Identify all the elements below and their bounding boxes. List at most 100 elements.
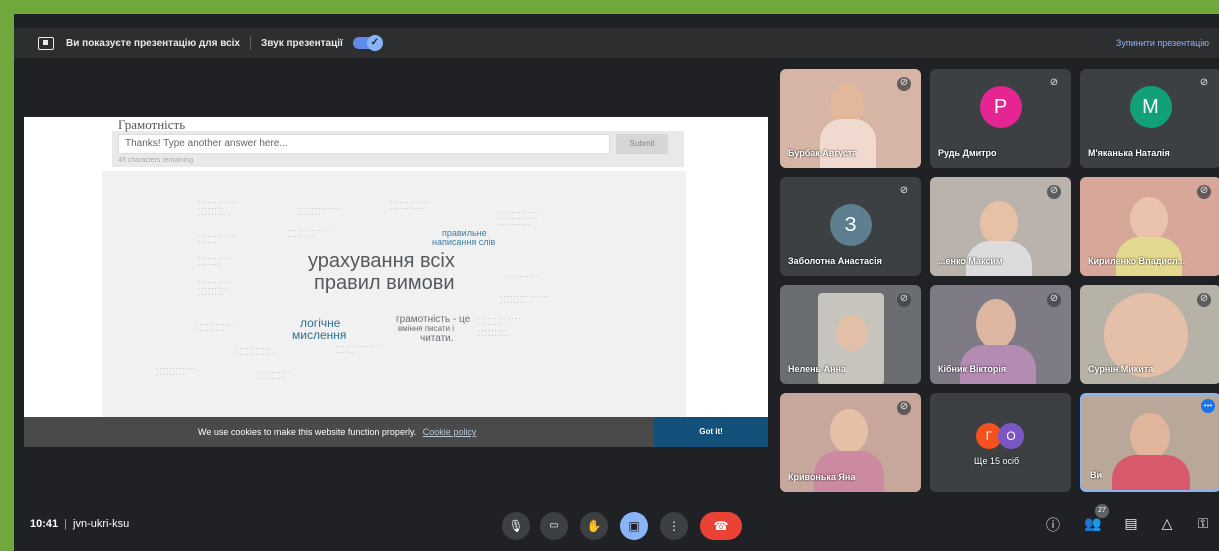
participant-name: Заболотна Анастасія [788,256,882,266]
cloud-word-small: · · · · · · · · · · · · · · · · · · · · · [156,366,195,378]
present-screen-icon: ▣ [628,519,640,533]
participant-video [980,201,1018,245]
cloud-word-small: · · · · · · · · · · · · · · · · · · · · ·… [236,346,275,358]
cloud-word-small: · · · · · · · · · · [506,274,539,280]
cloud-word-small: · · · · · · · · · · · · · · · · · · · · · … [198,280,231,298]
presentation-audio-toggle[interactable]: ✓ [352,35,383,51]
cloud-word-small: · · · · · · · · · · · · · · · · · · · · · [196,322,235,334]
participant-name: Сурнін Микита [1088,364,1154,374]
meeting-code: jvn-ukri-ksu [73,518,130,530]
participant-name: Нелень Анна [788,364,846,374]
participant-video [1112,455,1190,490]
presenting-text: Ви показуєте презентацію для всіх [66,37,240,49]
presentation-slide: Грамотність Thanks! Type another answer … [24,117,768,447]
divider: | [64,518,67,530]
participant-name: Кириленко Владисл... [1088,256,1186,266]
participant-name: Кібник Вікторія [938,364,1007,374]
cookie-policy-link[interactable]: Cookie policy [423,427,477,437]
cloud-word-small: · · · · · · · · · · · · · · · · · · · · [298,206,341,218]
more-participants-tile[interactable]: Г О Ще 15 осіб [930,393,1071,492]
meet-window: Ви показуєте презентацію для всіх Звук п… [14,14,1219,551]
cloud-word: мислення [292,328,347,342]
mic-off-icon: ⊘ [1199,77,1209,88]
cloud-word: читати. [420,333,454,344]
cloud-word: написання слів [432,237,496,247]
activities-button[interactable]: △ [1157,515,1177,532]
microphone-button[interactable]: 🎙 [502,512,530,540]
cloud-word-small: · · · · · · · · · · · · · · · · · [198,256,231,268]
participant-tile[interactable]: ⊘ Нелень Анна [780,285,921,384]
answer-input[interactable]: Thanks! Type another answer here... [118,134,610,154]
avatar: М [1129,86,1172,128]
participant-video [1130,197,1168,241]
host-controls-button[interactable]: ⚿ [1193,515,1213,532]
present-screen-icon [38,36,54,50]
participant-video [836,315,868,351]
phone-hangup-icon: ☎ [713,519,729,533]
participant-tile[interactable]: ⊘ Кібник Вікторія [930,285,1071,384]
participant-tile[interactable]: ⊘ Бурбак Августа [780,69,921,168]
participant-name: Бурбак Августа [788,148,858,158]
more-options-button[interactable]: ⋮ [660,512,688,540]
cloud-word-small: · · · · · · · · · · · · · · · · · · · · · [288,228,331,240]
mic-off-icon: ⊘ [1049,77,1059,88]
more-options-icon[interactable]: ••• [1201,399,1215,413]
cookie-banner: We use cookies to make this website func… [24,417,768,447]
characters-remaining: 49 characters remaining [118,157,194,164]
word-cloud: · · · · · · · · · · · · · · · · · · · · · … [102,171,686,417]
cloud-word-small: · · · · · · · · · · · · · · · · · · · · ·… [500,294,549,306]
more-vert-icon: ⋮ [668,519,680,533]
more-participants-label: Ще 15 осіб [974,456,1020,466]
camera-button[interactable]: ▭ [540,512,568,540]
present-button[interactable]: ▣ [620,512,648,540]
hand-icon: ✋ [586,519,602,533]
participant-tile[interactable]: ⊘ Кириленко Владисл... [1080,177,1219,276]
avatar: З [829,204,872,246]
participant-name: М'яканька Наталія [1088,148,1170,158]
meeting-info: 10:41 | jvn-ukri-ksu [30,518,129,530]
participant-name: ...енко Максим [938,256,1003,266]
participant-tile[interactable]: З ⊘ Заболотна Анастасія [780,177,921,276]
participant-tile[interactable]: Р ⊘ Рудь Дмитро [930,69,1071,168]
participant-tile[interactable]: ⊘ Сурнін Микита [1080,285,1219,384]
participant-video [976,299,1016,349]
divider [250,36,251,50]
avatar: Р [979,86,1022,128]
question-title: Грамотність [118,117,186,132]
participant-video [1130,413,1170,459]
clock: 10:41 [30,518,59,530]
cloud-word-small: · · · · · · · · · · · · · · · · · · [258,370,291,382]
cloud-word-small: · · · · · · · · · · · · · · · · · · [198,234,237,246]
chat-button[interactable]: ▤ [1121,515,1141,532]
mic-off-icon: ⊘ [1047,185,1061,199]
cloud-word-small: · · · · · · · · · · · · · · · · · · · · ·… [478,316,521,340]
mic-off-icon: ⊘ [1197,293,1211,307]
camera-icon: ▭ [549,520,559,531]
chat-icon: ▤ [1124,515,1138,531]
mic-off-icon: ⊘ [897,293,911,307]
info-icon: ⓘ [1046,517,1060,533]
got-it-button[interactable]: Got it! [654,417,768,447]
presentation-banner: Ви показуєте презентацію для всіх Звук п… [14,28,1219,58]
self-tile[interactable]: ••• Ви [1080,393,1219,492]
stop-presenting-button[interactable]: Зупинити презентацію [1116,38,1209,48]
raise-hand-button[interactable]: ✋ [580,512,608,540]
mic-off-icon: ⊘ [1197,185,1211,199]
mic-off-icon: ⊘ [897,77,911,91]
participant-tile[interactable]: ⊘ ...енко Максим [930,177,1071,276]
participant-video [820,119,876,168]
participant-tile[interactable]: ⊘ Кривонька Яна [780,393,921,492]
microphone-icon: 🎙 [508,519,524,533]
participant-count-badge: 27 [1095,504,1109,518]
lock-person-icon: ⚿ [1197,515,1209,531]
meeting-details-button[interactable]: ⓘ [1043,515,1063,535]
activities-icon: △ [1161,515,1173,531]
avatar: О [998,423,1024,449]
cloud-word-small: · · · · · · · · · · · · · · · · · · · · ·… [390,200,429,212]
submit-button[interactable]: Submit [616,134,668,154]
participant-tile[interactable]: М ⊘ М'яканька Наталія [1080,69,1219,168]
leave-call-button[interactable]: ☎ [700,512,742,540]
participant-name: Ви [1090,470,1103,480]
mic-off-icon: ⊘ [1047,293,1061,307]
presentation-audio-label: Звук презентації [261,37,343,49]
